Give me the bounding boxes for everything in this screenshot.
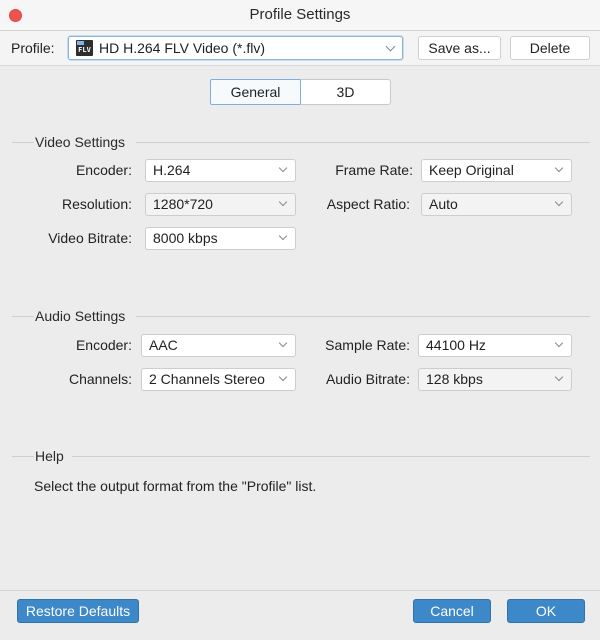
chevron-down-icon bbox=[278, 372, 288, 382]
video-encoder-label: Encoder: bbox=[75, 162, 132, 178]
profile-dropdown[interactable]: FLV HD H.264 FLV Video (*.flv) bbox=[68, 36, 403, 60]
delete-button[interactable]: Delete bbox=[510, 36, 590, 60]
chevron-down-icon bbox=[278, 163, 288, 173]
divider bbox=[12, 456, 34, 457]
audio-bitrate-value: 128 kbps bbox=[426, 371, 483, 387]
frame-rate-label: Frame Rate: bbox=[335, 162, 413, 178]
cancel-button[interactable]: Cancel bbox=[413, 599, 491, 623]
resolution-label: Resolution: bbox=[61, 196, 132, 212]
resolution-combobox[interactable]: 1280*720 bbox=[145, 193, 296, 216]
chevron-down-icon bbox=[554, 163, 564, 173]
divider bbox=[136, 142, 590, 143]
video-bitrate-label: Video Bitrate: bbox=[48, 230, 132, 246]
profile-selected-value: HD H.264 FLV Video (*.flv) bbox=[99, 40, 265, 56]
window-title: Profile Settings bbox=[249, 6, 351, 23]
chevron-down-icon bbox=[554, 338, 564, 348]
frame-rate-dropdown[interactable]: Keep Original bbox=[421, 159, 572, 182]
audio-encoder-dropdown[interactable]: AAC bbox=[141, 334, 296, 357]
divider bbox=[72, 456, 590, 457]
channels-label: Channels: bbox=[68, 371, 132, 387]
video-bitrate-dropdown[interactable]: 8000 kbps bbox=[145, 227, 296, 250]
chevron-down-icon bbox=[385, 41, 396, 52]
frame-rate-value: Keep Original bbox=[429, 162, 514, 178]
footer-divider bbox=[0, 590, 600, 591]
flv-file-icon: FLV bbox=[76, 40, 93, 56]
chevron-down-icon bbox=[278, 338, 288, 348]
chevron-down-icon bbox=[278, 231, 288, 241]
channels-value: 2 Channels Stereo bbox=[149, 371, 265, 387]
divider bbox=[12, 316, 34, 317]
resolution-value: 1280*720 bbox=[153, 196, 213, 212]
sample-rate-dropdown[interactable]: 44100 Hz bbox=[418, 334, 572, 357]
tab-3d[interactable]: 3D bbox=[301, 80, 390, 104]
save-as-button[interactable]: Save as... bbox=[418, 36, 501, 60]
profile-toolbar: Profile: FLV HD H.264 FLV Video (*.flv) … bbox=[0, 31, 600, 66]
title-bar: Profile Settings bbox=[0, 0, 600, 31]
chevron-down-icon bbox=[278, 197, 288, 207]
video-encoder-dropdown[interactable]: H.264 bbox=[145, 159, 296, 182]
audio-encoder-value: AAC bbox=[149, 337, 178, 353]
divider bbox=[12, 142, 34, 143]
chevron-down-icon bbox=[554, 372, 564, 382]
video-settings-header: Video Settings bbox=[12, 134, 590, 150]
aspect-ratio-label: Aspect Ratio: bbox=[326, 196, 410, 212]
channels-dropdown[interactable]: 2 Channels Stereo bbox=[141, 368, 296, 391]
profile-label: Profile: bbox=[11, 40, 55, 56]
aspect-ratio-dropdown[interactable]: Auto bbox=[421, 193, 572, 216]
ok-button[interactable]: OK bbox=[507, 599, 585, 623]
audio-settings-title: Audio Settings bbox=[35, 308, 126, 324]
sample-rate-value: 44100 Hz bbox=[426, 337, 486, 353]
divider bbox=[136, 316, 590, 317]
video-settings-title: Video Settings bbox=[35, 134, 126, 150]
audio-bitrate-label: Audio Bitrate: bbox=[325, 371, 410, 387]
restore-defaults-button[interactable]: Restore Defaults bbox=[17, 599, 139, 623]
audio-encoder-label: Encoder: bbox=[75, 337, 132, 353]
chevron-down-icon bbox=[554, 197, 564, 207]
aspect-ratio-value: Auto bbox=[429, 196, 458, 212]
audio-settings-header: Audio Settings bbox=[12, 308, 590, 324]
help-header: Help bbox=[12, 448, 590, 464]
video-bitrate-value: 8000 kbps bbox=[153, 230, 218, 246]
sample-rate-label: Sample Rate: bbox=[325, 337, 410, 353]
help-text: Select the output format from the "Profi… bbox=[34, 478, 317, 494]
audio-bitrate-combobox[interactable]: 128 kbps bbox=[418, 368, 572, 391]
tab-bar: General 3D bbox=[210, 79, 391, 105]
video-encoder-value: H.264 bbox=[153, 162, 191, 178]
help-title: Help bbox=[35, 448, 64, 464]
tab-general[interactable]: General bbox=[210, 79, 301, 105]
